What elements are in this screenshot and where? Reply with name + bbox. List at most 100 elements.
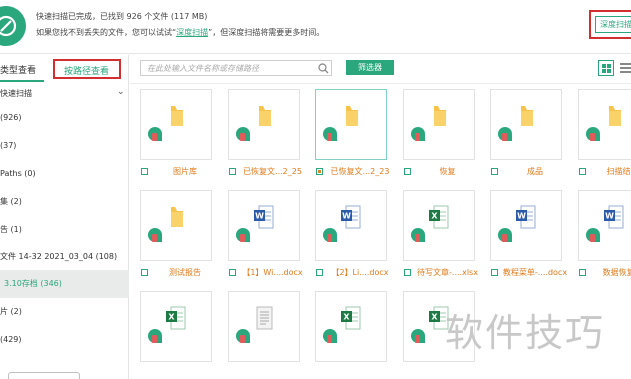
word-icon: W (603, 203, 625, 231)
watermark-text: 软件技巧 (445, 311, 606, 355)
svg-text:X: X (168, 313, 175, 322)
file-checkbox[interactable] (228, 269, 236, 276)
tree-item-selected[interactable]: 3.10存档 (346) (0, 270, 129, 298)
tree-item[interactable]: 片 (2) (0, 298, 129, 326)
file-tile[interactable]: X (305, 286, 393, 379)
file-tile[interactable]: X 待写文章-....xlsx (393, 185, 481, 285)
file-thumbnail[interactable]: W (490, 190, 562, 261)
deep-scan-button[interactable]: 深度扫描 (595, 16, 631, 33)
recovery-status-icon (585, 228, 600, 242)
tree-item[interactable]: 文件 14-32 2021_03_04 (108) (0, 243, 129, 271)
tree-item[interactable]: (37) (0, 132, 129, 160)
file-checkbox[interactable] (228, 168, 236, 175)
file-checkbox[interactable] (491, 269, 498, 276)
svg-text:X: X (431, 212, 438, 221)
tab-underline (0, 80, 44, 82)
file-thumbnail[interactable]: W (227, 190, 300, 261)
recovery-status-icon (410, 127, 425, 141)
tab-path-view[interactable]: 按路径查看 (64, 64, 109, 77)
svg-text:W: W (517, 212, 526, 221)
file-thumbnail[interactable]: W (315, 190, 387, 261)
file-thumbnail[interactable]: X (140, 291, 212, 362)
file-tile[interactable]: X (130, 286, 218, 379)
file-name: 成品 (527, 167, 543, 176)
file-thumbnail[interactable] (315, 89, 387, 160)
file-name: 【1】Wi....docx (242, 268, 303, 277)
excel-icon: X (340, 304, 362, 332)
deep-scan-link[interactable]: 深度扫描 (176, 28, 208, 37)
scan-complete-icon (0, 6, 26, 46)
file-thumbnail[interactable] (227, 291, 300, 362)
grid-view-icon[interactable] (598, 60, 614, 76)
tree-item[interactable]: 告 (1) (0, 216, 129, 244)
file-tile[interactable]: 成品 (480, 84, 568, 184)
folder-icon (253, 102, 275, 130)
file-tile[interactable]: W 【1】Wi....docx (218, 185, 306, 285)
file-thumbnail[interactable] (402, 89, 475, 160)
svg-text:W: W (255, 212, 264, 221)
svg-text:W: W (342, 212, 351, 221)
file-tile[interactable]: 扫描结果 (568, 84, 631, 184)
file-name: 【2】Li....docx (331, 268, 389, 277)
file-tile[interactable]: 恢复 (393, 84, 481, 184)
file-thumbnail[interactable] (490, 89, 562, 160)
excel-icon: X (428, 203, 450, 231)
file-checkbox[interactable] (491, 168, 498, 175)
file-thumbnail[interactable]: X (402, 190, 475, 261)
file-checkbox[interactable] (403, 269, 411, 276)
folder-icon (165, 203, 187, 231)
tree-item[interactable]: (926) (0, 104, 129, 132)
scan-result-text: 快速扫描已完成，已找到 926 个文件 (117 MB) (36, 12, 208, 21)
doc-icon (253, 304, 275, 332)
tree-item[interactable]: Paths (0) (0, 160, 129, 188)
toolbar: 在此处输入文件名称或存储路径 筛选器 (130, 55, 631, 83)
file-checkbox[interactable] (316, 168, 323, 175)
file-checkbox[interactable] (578, 168, 586, 175)
word-icon: W (253, 203, 275, 231)
file-thumbnail[interactable] (577, 89, 631, 160)
file-tile[interactable]: 图片库 (130, 84, 218, 184)
hint-suffix: ”，但深度扫描将需要更多时间。 (208, 28, 325, 37)
word-icon: W (340, 203, 362, 231)
file-checkbox[interactable] (403, 168, 411, 175)
file-tile[interactable]: W 数据恢复... (568, 185, 631, 285)
list-view-icon[interactable] (620, 60, 631, 76)
recovery-status-icon (323, 228, 337, 242)
scan-hint-text: 如果您找不到丢失的文件，您可以试试“深度扫描”，但深度扫描将需要更多时间。 (36, 27, 324, 38)
file-tile[interactable]: W 教程菜单-....docx (480, 185, 568, 285)
file-name: 恢复 (439, 167, 456, 176)
deep-scan-highlight: 深度扫描 (589, 10, 631, 39)
search-placeholder: 在此处输入文件名称或存储路径 (147, 64, 259, 73)
file-tile[interactable]: 已恢复文...2_23 (305, 84, 393, 184)
file-name: 待写文章-....xlsx (417, 268, 478, 277)
bottom-button[interactable] (8, 372, 80, 379)
file-tile[interactable]: 已恢复文...2_25 (218, 84, 306, 184)
file-tile[interactable] (218, 286, 306, 379)
file-tile[interactable]: W 【2】Li....docx (305, 185, 393, 285)
file-thumbnail[interactable] (140, 89, 212, 160)
recovery-status-icon (410, 329, 425, 343)
excel-icon: X (165, 304, 187, 332)
recovery-status-icon (148, 127, 162, 141)
file-tile[interactable]: 测试报告 (130, 185, 218, 285)
file-thumbnail[interactable]: X (315, 291, 387, 362)
search-icon[interactable] (318, 63, 329, 74)
tab-type-view[interactable]: 类型查看 (0, 63, 36, 76)
tree-item[interactable]: (429) (0, 326, 129, 354)
recovery-status-icon (498, 127, 512, 141)
chevron-down-icon[interactable]: ⌄ (117, 87, 125, 97)
tree-item[interactable]: 集 (2) (0, 188, 129, 216)
file-name: 扫描结果 (606, 167, 631, 176)
file-thumbnail[interactable] (140, 190, 212, 261)
file-thumbnail[interactable]: W (577, 190, 631, 261)
file-checkbox[interactable] (316, 269, 323, 276)
svg-text:W: W (605, 212, 614, 221)
filter-button[interactable]: 筛选器 (346, 60, 394, 75)
file-checkbox[interactable] (578, 269, 586, 276)
file-checkbox[interactable] (141, 168, 148, 175)
tree-root-quick-scan[interactable]: 快速扫描 ⌄ (0, 85, 129, 103)
file-thumbnail[interactable] (227, 89, 300, 160)
search-input[interactable]: 在此处输入文件名称或存储路径 (140, 60, 332, 76)
folder-icon (340, 102, 362, 130)
file-checkbox[interactable] (141, 269, 148, 276)
